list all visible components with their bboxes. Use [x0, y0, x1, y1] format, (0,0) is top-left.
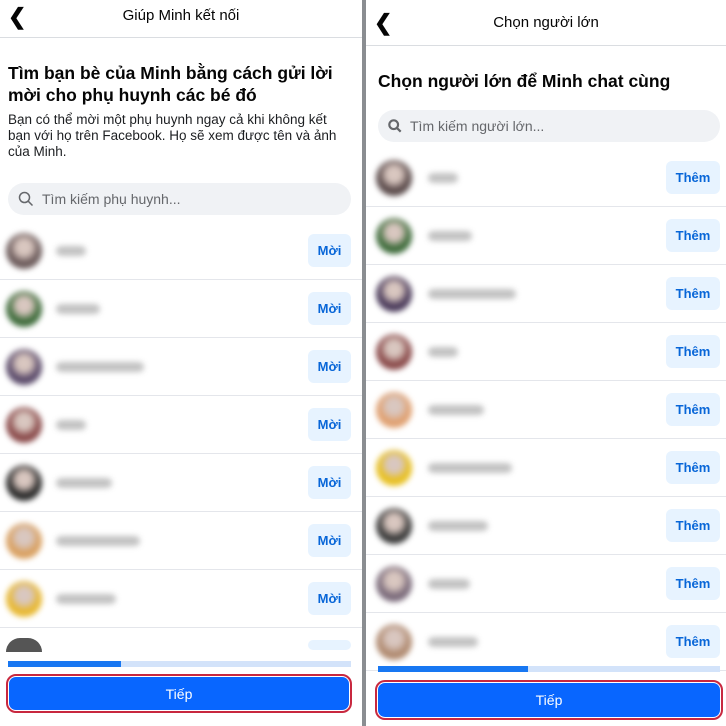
add-button[interactable]: Thêm [666, 335, 720, 368]
avatar [376, 624, 412, 660]
progress-bar [8, 661, 351, 667]
invite-button[interactable]: Mời [308, 582, 351, 615]
avatar [6, 233, 42, 269]
choose-adults-screen: ❮ Chọn người lớn Chọn người lớn để Minh … [366, 0, 726, 726]
avatar [6, 291, 42, 327]
list-item: Thêm [366, 265, 726, 323]
contact-name-blurred [428, 231, 472, 241]
search-icon [18, 191, 34, 207]
avatar [376, 160, 412, 196]
progress-bar [378, 666, 720, 672]
add-button[interactable]: Thêm [666, 509, 720, 542]
add-button[interactable]: Thêm [666, 277, 720, 310]
page-heading: Tìm bạn bè của Minh bằng cách gửi lời mờ… [8, 63, 333, 105]
avatar [376, 508, 412, 544]
list-item: Mời [0, 454, 362, 512]
contact-name-blurred [428, 289, 516, 299]
contact-name-blurred [56, 304, 100, 314]
page-heading: Chọn người lớn để Minh chat cùng [378, 71, 671, 91]
search-input[interactable]: Tìm kiếm người lớn... [378, 110, 720, 142]
list-item: Mời [0, 280, 362, 338]
contact-name-blurred [428, 637, 478, 647]
list-item: Mời [0, 338, 362, 396]
contact-name-blurred [56, 246, 86, 256]
list-item: Mời [0, 570, 362, 628]
avatar [376, 276, 412, 312]
search-input[interactable]: Tìm kiếm phụ huynh... [8, 183, 351, 215]
add-button[interactable]: Thêm [666, 161, 720, 194]
contact-name-blurred [428, 579, 470, 589]
contact-name-blurred [428, 521, 488, 531]
list-item: Thêm [366, 555, 726, 613]
contact-name-blurred [56, 536, 140, 546]
avatar [376, 218, 412, 254]
avatar [6, 349, 42, 385]
contact-name-blurred [56, 594, 116, 604]
avatar [6, 523, 42, 559]
progress-fill [8, 661, 122, 667]
contact-name-blurred [56, 420, 86, 430]
list-item: Thêm [366, 207, 726, 265]
next-button[interactable]: Tiếp [6, 674, 352, 713]
header-title: Chọn người lớn [493, 14, 599, 31]
description: Bạn có thể mời một phụ huynh ngay cả khi… [8, 112, 337, 159]
avatar [376, 566, 412, 602]
contact-name-blurred [428, 173, 458, 183]
avatar [6, 465, 42, 501]
list-item: Mời [0, 222, 362, 280]
search-icon [388, 119, 402, 133]
invite-button[interactable] [308, 640, 351, 650]
avatar [376, 392, 412, 428]
header-title: Giúp Minh kết nối [122, 7, 240, 24]
invite-button[interactable]: Mời [308, 524, 351, 557]
search-placeholder: Tìm kiếm người lớn... [410, 118, 545, 134]
invite-button[interactable]: Mời [308, 350, 351, 383]
list-item: Thêm [366, 613, 726, 671]
invite-button[interactable]: Mời [308, 408, 351, 441]
invite-button[interactable]: Mời [308, 292, 351, 325]
invite-button[interactable]: Mời [308, 234, 351, 267]
invite-parents-screen: ❮ Giúp Minh kết nối Tìm bạn bè của Minh … [0, 0, 362, 726]
contact-name-blurred [56, 362, 144, 372]
avatar [6, 638, 42, 652]
contact-name-blurred [428, 405, 484, 415]
next-button[interactable]: Tiếp [375, 680, 723, 720]
list-item: Thêm [366, 149, 726, 207]
avatar [376, 334, 412, 370]
add-button[interactable]: Thêm [666, 219, 720, 252]
contact-name-blurred [428, 347, 458, 357]
avatar [6, 581, 42, 617]
header: ❮ Giúp Minh kết nối [0, 0, 362, 38]
avatar [6, 407, 42, 443]
add-button[interactable]: Thêm [666, 451, 720, 484]
list-item: Mời [0, 512, 362, 570]
add-button[interactable]: Thêm [666, 393, 720, 426]
search-placeholder: Tìm kiếm phụ huynh... [42, 191, 181, 207]
avatar [376, 450, 412, 486]
list-item: Mời [0, 396, 362, 454]
add-button[interactable]: Thêm [666, 625, 720, 658]
header: ❮ Chọn người lớn [366, 0, 726, 46]
contact-name-blurred [56, 478, 112, 488]
progress-fill [378, 666, 529, 672]
contact-name-blurred [428, 463, 512, 473]
list-item: Thêm [366, 381, 726, 439]
list-item: Thêm [366, 323, 726, 381]
list-item: Thêm [366, 497, 726, 555]
list-item: Thêm [366, 439, 726, 497]
add-button[interactable]: Thêm [666, 567, 720, 600]
invite-button[interactable]: Mời [308, 466, 351, 499]
